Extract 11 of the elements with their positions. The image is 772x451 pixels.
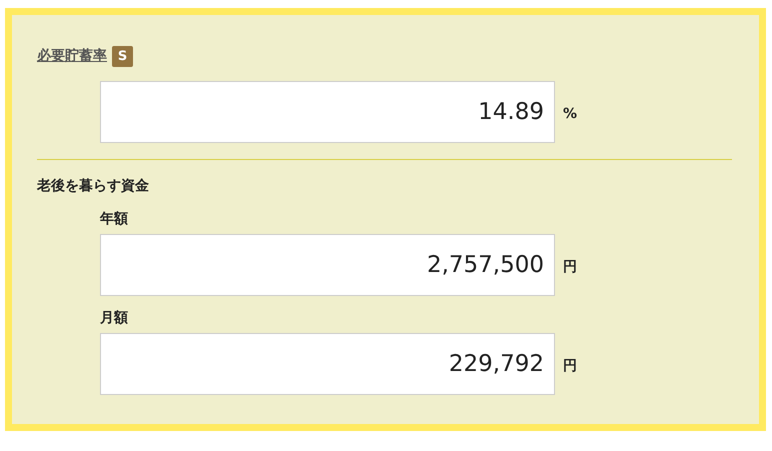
field-label: 月額: [100, 309, 129, 327]
input-field[interactable]: 14.89: [100, 81, 555, 143]
section-title: 老後を暮らす資金: [37, 177, 150, 196]
unit-label: %: [563, 106, 578, 122]
savings-rate-link[interactable]: 必要貯蓄率: [37, 47, 107, 65]
input-field[interactable]: 229,792: [100, 333, 555, 395]
badge: S: [112, 46, 133, 66]
field-label: 年額: [100, 210, 129, 228]
input-field[interactable]: 2,757,500: [100, 234, 555, 296]
unit-label: 円: [563, 357, 577, 375]
unit-label: 円: [563, 258, 577, 276]
